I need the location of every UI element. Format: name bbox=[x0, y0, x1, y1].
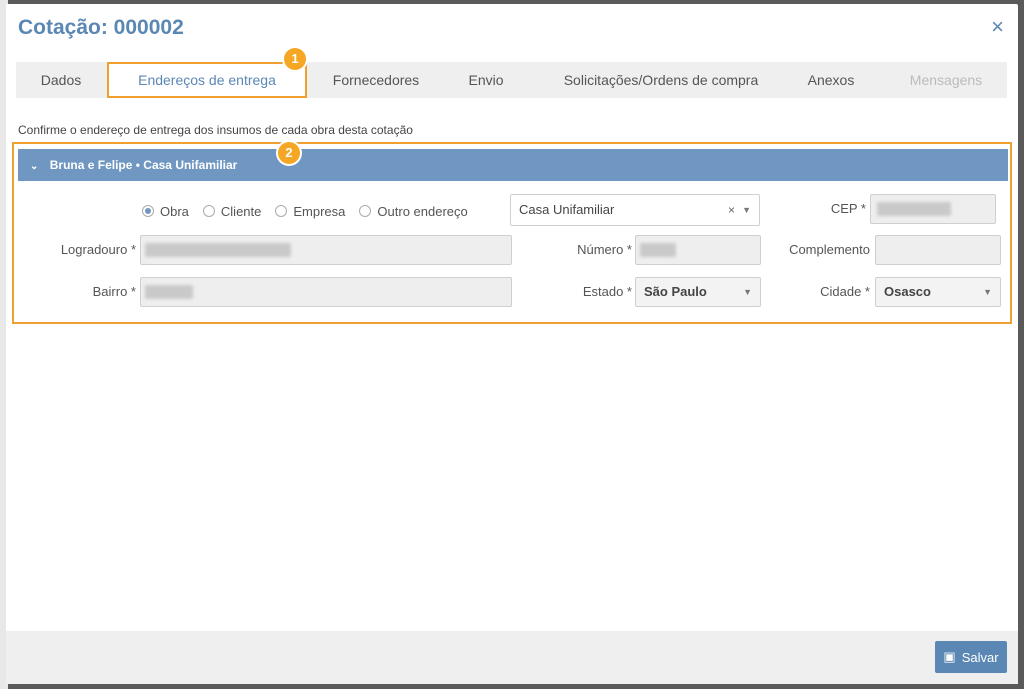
numero-label: Número * bbox=[577, 242, 632, 257]
quote-modal: Cotação: 000002 × Dados Endereços de ent… bbox=[6, 4, 1018, 684]
logradouro-label: Logradouro * bbox=[60, 242, 136, 257]
step-badge-1: 1 bbox=[284, 48, 306, 70]
logradouro-input[interactable] bbox=[140, 235, 512, 265]
radio-checked-icon bbox=[142, 205, 154, 217]
cep-label: CEP * bbox=[830, 201, 866, 216]
section-title: Bruna e Felipe • Casa Unifamiliar bbox=[49, 158, 238, 172]
radio-cliente[interactable]: Cliente bbox=[202, 204, 261, 219]
modal-title: Cotação: 000002 bbox=[18, 16, 184, 39]
section-header[interactable]: ⌄ Bruna e Felipe • Casa Unifamiliar bbox=[18, 149, 1008, 181]
radio-unchecked-icon bbox=[359, 205, 372, 217]
cidade-select[interactable]: Osasco ▼ bbox=[875, 277, 1001, 307]
clear-icon[interactable]: × bbox=[728, 195, 735, 225]
estado-label: Estado * bbox=[582, 284, 632, 299]
instruction-text: Confirme o endereço de entrega dos insum… bbox=[18, 123, 413, 137]
radio-obra[interactable]: Obra bbox=[142, 204, 189, 219]
cep-input[interactable] bbox=[870, 194, 996, 224]
numero-input[interactable] bbox=[635, 235, 761, 265]
floppy-disk-icon: ▣ bbox=[943, 649, 956, 664]
step-badge-2: 2 bbox=[278, 142, 300, 164]
modal-footer: ▣ Salvar bbox=[6, 631, 1018, 684]
tab-mensagens: Mensagens bbox=[909, 72, 983, 88]
complemento-label: Complemento bbox=[789, 242, 870, 257]
radio-unchecked-icon bbox=[275, 205, 288, 217]
chevron-down-icon: ▼ bbox=[742, 205, 751, 215]
tab-envio[interactable]: Envio bbox=[456, 62, 516, 98]
tab-solicitacoes-ordens[interactable]: Solicitações/Ordens de compra bbox=[546, 62, 776, 98]
obra-select[interactable]: Casa Unifamiliar × ▼ bbox=[510, 194, 760, 226]
estado-select[interactable]: São Paulo ▼ bbox=[635, 277, 761, 307]
radio-unchecked-icon bbox=[202, 205, 215, 217]
chevron-down-icon: ⌄ bbox=[30, 161, 39, 172]
bairro-label: Bairro * bbox=[92, 284, 136, 299]
tab-enderecos-de-entrega[interactable]: Endereços de entrega bbox=[107, 62, 307, 98]
address-section: ⌄ Bruna e Felipe • Casa Unifamiliar Obra… bbox=[12, 142, 1012, 324]
cidade-label: Cidade * bbox=[820, 284, 870, 299]
tab-bar: Dados Endereços de entrega Fornecedores … bbox=[16, 62, 1007, 98]
save-button[interactable]: ▣ Salvar bbox=[935, 641, 1007, 673]
bairro-input[interactable] bbox=[140, 277, 512, 307]
complemento-input[interactable] bbox=[875, 235, 1001, 265]
tab-anexos[interactable]: Anexos bbox=[796, 62, 866, 98]
close-icon[interactable]: × bbox=[991, 16, 1004, 38]
tab-fornecedores[interactable]: Fornecedores bbox=[316, 62, 436, 98]
chevron-down-icon: ▼ bbox=[743, 287, 752, 297]
address-type-radios: Obra Cliente Empresa Outro endereço bbox=[142, 201, 482, 221]
chevron-down-icon: ▼ bbox=[983, 287, 992, 297]
radio-empresa[interactable]: Empresa bbox=[275, 204, 345, 219]
tab-dados[interactable]: Dados bbox=[16, 62, 106, 98]
radio-outro-endereco[interactable]: Outro endereço bbox=[359, 204, 468, 219]
